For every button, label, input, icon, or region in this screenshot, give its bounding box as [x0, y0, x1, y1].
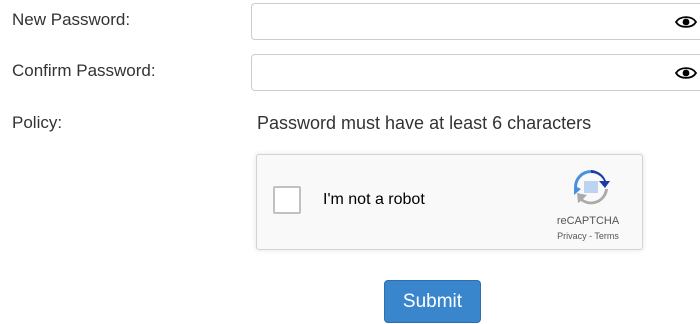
submit-button[interactable]: Submit	[384, 280, 481, 323]
confirm-password-field[interactable]	[251, 54, 700, 91]
new-password-input[interactable]	[252, 4, 672, 37]
recaptcha-brand: reCAPTCHA	[556, 215, 620, 227]
recaptcha-checkbox-label: I'm not a robot	[323, 191, 425, 208]
eye-icon[interactable]	[675, 15, 697, 29]
eye-icon[interactable]	[675, 66, 697, 80]
confirm-password-input[interactable]	[252, 55, 672, 88]
recaptcha-checkbox[interactable]	[273, 186, 301, 214]
new-password-field[interactable]	[251, 3, 700, 40]
confirm-password-label: Confirm Password:	[12, 61, 156, 80]
recaptcha-logo-icon	[574, 170, 610, 205]
policy-text: Password must have at least 6 characters	[257, 113, 592, 133]
recaptcha-widget: I'm not a robot reCAPTCHA Privacy - Term…	[256, 154, 643, 250]
change-password-form: New Password: Confirm Password: Policy: …	[0, 0, 700, 324]
recaptcha-privacy-terms[interactable]: Privacy - Terms	[548, 231, 628, 241]
policy-label: Policy:	[12, 113, 63, 132]
new-password-label: New Password:	[12, 10, 131, 29]
